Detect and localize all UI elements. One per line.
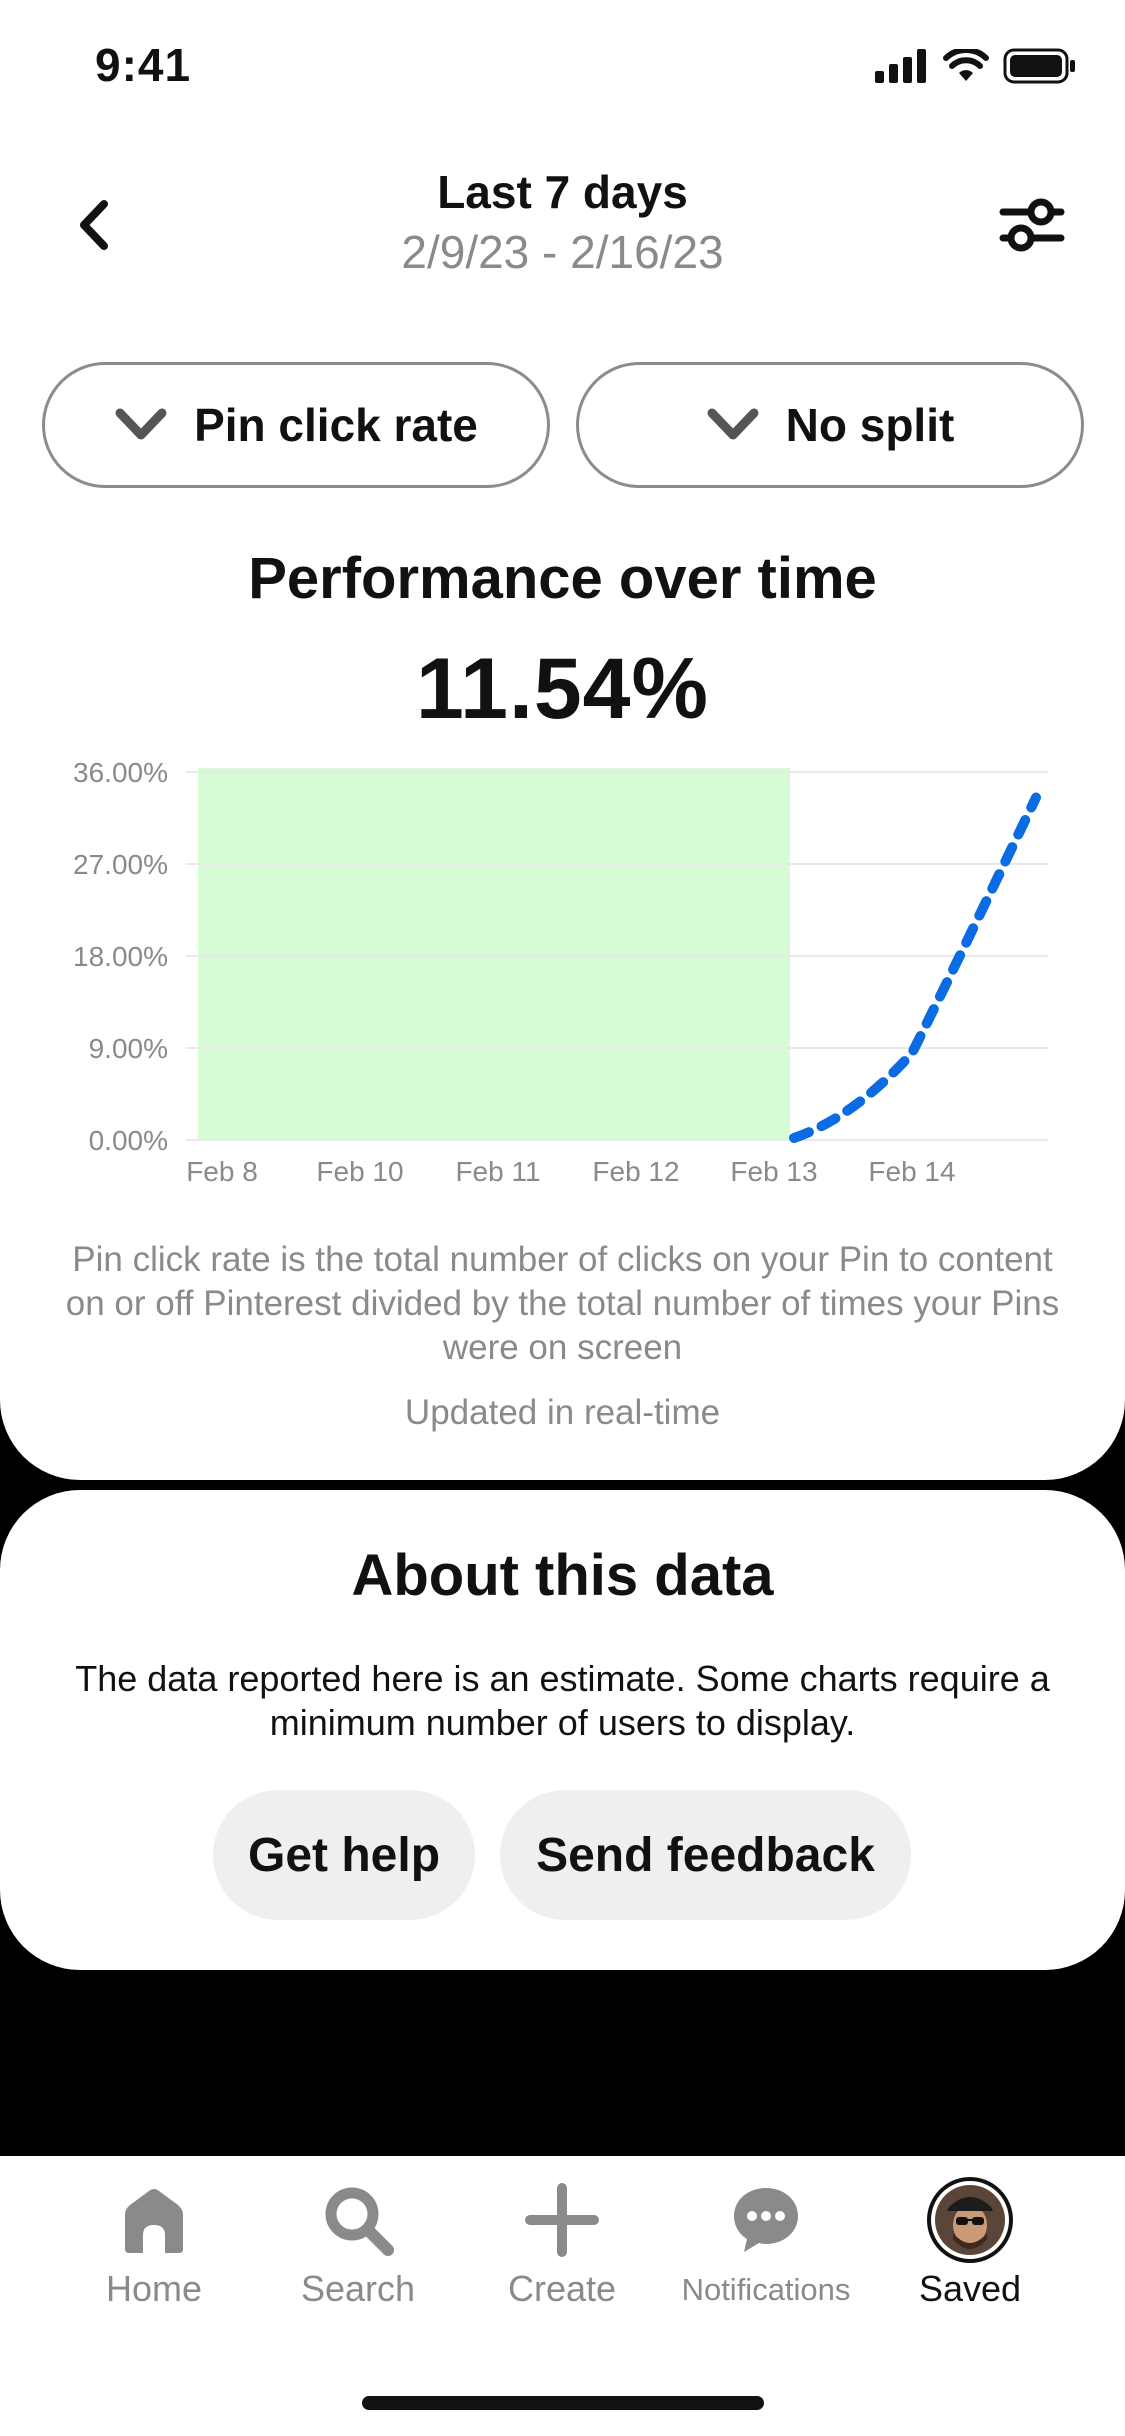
x-tick-label: Feb 13 [730, 1156, 817, 1187]
header-title: Last 7 days [437, 166, 688, 218]
tab-home[interactable]: Home [54, 2180, 254, 2310]
status-time: 9:41 [95, 39, 192, 91]
about-text: The data reported here is an estimate. S… [75, 1658, 1050, 1743]
metric-description: Pin click rate is the total number of cl… [65, 1240, 1060, 1367]
x-tick-label: Feb 10 [316, 1156, 403, 1187]
tab-notifications[interactable]: Notifications [666, 2180, 866, 2308]
x-tick-label: Feb 12 [592, 1156, 679, 1187]
tab-create[interactable]: Create [462, 2180, 662, 2310]
get-help-button[interactable]: Get help [213, 1790, 475, 1920]
home-indicator [362, 2396, 764, 2410]
y-tick-label: 18.00% [73, 941, 168, 972]
performance-chart: 36.00% 27.00% 18.00% 9.00% 0.00% Feb 8 Feb 10 F… [73, 757, 1048, 1187]
performance-title: Performance over time [248, 546, 877, 611]
metric-label: Pin click rate [194, 399, 478, 451]
split-dropdown[interactable]: No split [576, 362, 1084, 488]
cellular-signal-icon [875, 49, 926, 83]
x-tick-label: Feb 14 [868, 1156, 955, 1187]
send-feedback-button[interactable]: Send feedback [500, 1790, 911, 1920]
tab-create-label: Create [507, 2268, 617, 2309]
tab-home-label: Home [105, 2268, 203, 2309]
metric-dropdown[interactable]: Pin click rate [42, 362, 550, 488]
chevron-down-icon [707, 408, 759, 440]
updated-text: Updated in real-time [404, 1393, 721, 1432]
about-title: About this data [351, 1543, 774, 1608]
y-tick-label: 9.00% [89, 1033, 168, 1064]
y-tick-label: 0.00% [89, 1125, 168, 1156]
y-tick-label: 27.00% [73, 849, 168, 880]
search-icon [325, 2187, 394, 2256]
series-line [789, 792, 1041, 1143]
shaded-region [198, 768, 790, 1140]
tab-saved-label: Saved [918, 2268, 1022, 2309]
tab-search[interactable]: Search [258, 2180, 458, 2310]
chevron-down-icon [115, 408, 167, 440]
tab-notifications-label: Notifications [681, 2272, 851, 2307]
battery-icon [1003, 48, 1075, 84]
tab-saved[interactable]: Saved [870, 2177, 1070, 2310]
filter-button[interactable] [997, 190, 1067, 260]
sliders-icon [999, 198, 1065, 252]
split-label: No split [785, 399, 955, 451]
performance-value: 11.54% [416, 641, 709, 737]
chat-bubble-icon [734, 2188, 798, 2252]
plus-icon [525, 2183, 599, 2257]
wifi-icon [943, 49, 989, 81]
x-tick-label: Feb 11 [455, 1156, 540, 1187]
y-tick-label: 36.00% [73, 757, 168, 788]
tab-search-label: Search [300, 2268, 416, 2309]
home-icon [125, 2189, 183, 2253]
status-icons [875, 48, 1077, 84]
x-tick-label: Feb 8 [186, 1156, 258, 1187]
avatar [927, 2177, 1013, 2263]
date-range: 2/9/23 - 2/16/23 [401, 226, 724, 278]
